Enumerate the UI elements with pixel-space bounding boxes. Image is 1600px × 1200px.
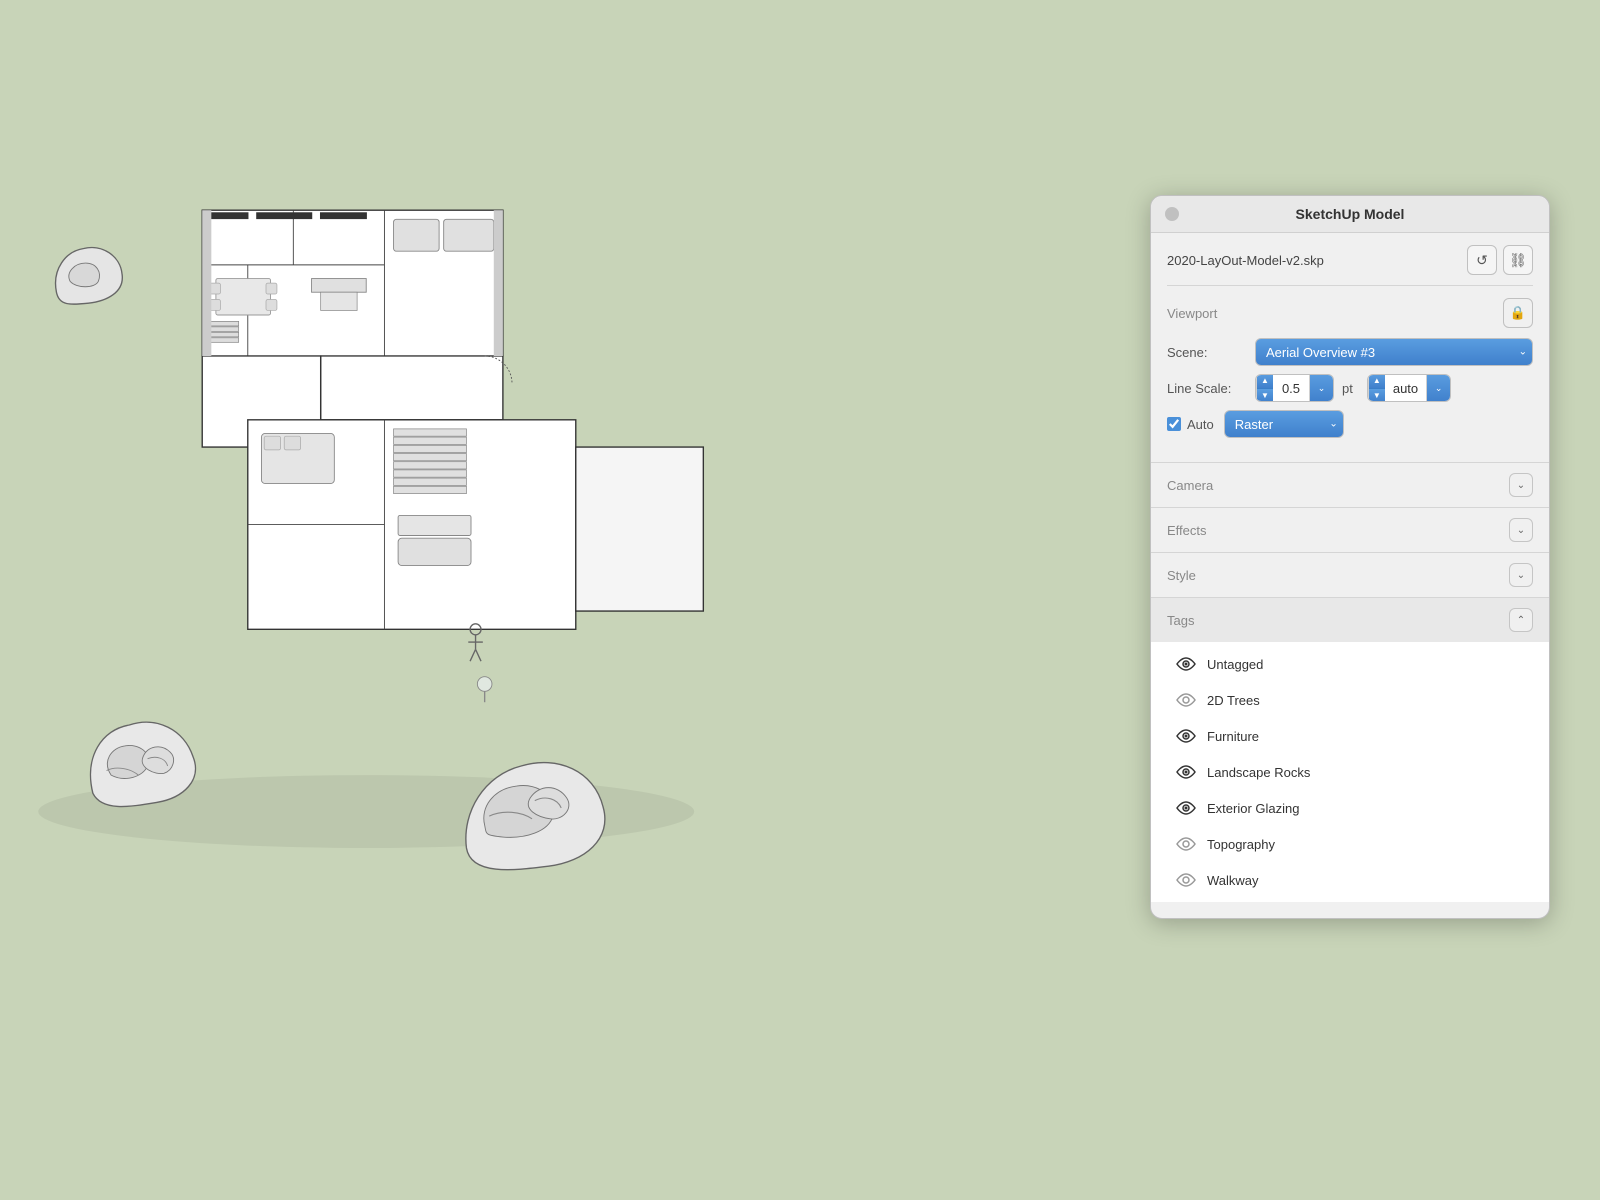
panel-titlebar: SketchUp Model (1151, 196, 1549, 233)
tags-label: Tags (1167, 613, 1194, 628)
eye-icon[interactable] (1175, 833, 1197, 855)
camera-chevron-icon: ⌄ (1517, 480, 1525, 491)
auto-label: Auto (1187, 417, 1214, 432)
scene-row: Scene: Aerial Overview #3 ⌄ (1167, 338, 1533, 366)
auto-scale-up[interactable]: ▲ (1369, 374, 1385, 389)
tags-chevron-icon: ⌃ (1517, 615, 1525, 626)
rock-bottom-left (91, 722, 196, 806)
auto-scale-value: auto (1385, 381, 1426, 396)
line-scale-value: 0.5 (1273, 381, 1309, 396)
viewport-row: Viewport 🔒 (1167, 298, 1533, 328)
line-scale-unit-dropdown[interactable]: ⌄ (1309, 374, 1333, 402)
style-header[interactable]: Style ⌄ (1151, 553, 1549, 597)
effects-header[interactable]: Effects ⌄ (1151, 508, 1549, 552)
tag-item[interactable]: Topography (1151, 826, 1549, 862)
viewport-label: Viewport (1167, 306, 1217, 321)
floor-plan-svg (20, 60, 840, 980)
tag-item[interactable]: 2D Trees (1151, 682, 1549, 718)
effects-label: Effects (1167, 523, 1207, 538)
tag-name: Topography (1207, 837, 1275, 852)
tag-item[interactable]: Exterior Glazing (1151, 790, 1549, 826)
lock-icon: 🔒 (1510, 305, 1526, 321)
tag-item[interactable]: Untagged (1151, 646, 1549, 682)
camera-section: Camera ⌄ (1151, 462, 1549, 507)
auto-checkbox-label[interactable]: Auto (1167, 417, 1214, 432)
building (202, 210, 703, 702)
style-chevron-icon: ⌄ (1517, 570, 1525, 581)
refresh-button[interactable]: ↺ (1467, 245, 1497, 275)
panel-title: SketchUp Model (1296, 206, 1405, 222)
tag-item[interactable]: Landscape Rocks (1151, 754, 1549, 790)
line-scale-label: Line Scale: (1167, 381, 1247, 396)
style-chevron-button[interactable]: ⌄ (1509, 563, 1533, 587)
tags-list: Untagged 2D Trees Furniture Landscape Ro… (1151, 642, 1549, 902)
line-scale-down[interactable]: ▼ (1257, 389, 1273, 403)
file-name: 2020-LayOut-Model-v2.skp (1167, 253, 1324, 268)
line-scale-arrows: ▲ ▼ (1256, 374, 1273, 402)
tags-section: Tags ⌃ Untagged 2D Trees Furniture Lands… (1151, 597, 1549, 902)
eye-icon[interactable] (1175, 725, 1197, 747)
tag-item[interactable]: Furniture (1151, 718, 1549, 754)
sketchup-model-panel: SketchUp Model 2020-LayOut-Model-v2.skp … (1150, 195, 1550, 919)
tag-name: Walkway (1207, 873, 1259, 888)
auto-scale-stepper: ▲ ▼ auto ⌄ (1367, 374, 1451, 402)
raster-wrapper: Raster ⌄ (1224, 410, 1344, 438)
file-row: 2020-LayOut-Model-v2.skp ↺ ⛓ (1167, 245, 1533, 286)
style-section: Style ⌄ (1151, 552, 1549, 597)
panel-body: 2020-LayOut-Model-v2.skp ↺ ⛓ Viewport 🔒 … (1151, 233, 1549, 462)
style-label: Style (1167, 568, 1196, 583)
camera-chevron-button[interactable]: ⌄ (1509, 473, 1533, 497)
link-icon: ⛓ (1509, 252, 1527, 269)
tags-header[interactable]: Tags ⌃ (1151, 598, 1549, 642)
effects-chevron-button[interactable]: ⌄ (1509, 518, 1533, 542)
camera-label: Camera (1167, 478, 1213, 493)
file-actions: ↺ ⛓ (1467, 245, 1533, 275)
tag-name: Furniture (1207, 729, 1259, 744)
auto-scale-dropdown[interactable]: ⌄ (1426, 374, 1450, 402)
effects-section: Effects ⌄ (1151, 507, 1549, 552)
viewport-lock-button[interactable]: 🔒 (1503, 298, 1533, 328)
raster-dropdown[interactable]: Raster (1224, 410, 1344, 438)
effects-chevron-icon: ⌄ (1517, 525, 1525, 536)
auto-checkbox[interactable] (1167, 417, 1181, 431)
scene-select-wrapper: Aerial Overview #3 ⌄ (1255, 338, 1533, 366)
tags-chevron-button[interactable]: ⌃ (1509, 608, 1533, 632)
line-scale-stepper: ▲ ▼ 0.5 ⌄ (1255, 374, 1334, 402)
tag-item[interactable]: Walkway (1151, 862, 1549, 898)
eye-icon[interactable] (1175, 653, 1197, 675)
refresh-icon: ↺ (1476, 252, 1488, 269)
line-scale-up[interactable]: ▲ (1257, 374, 1273, 389)
link-button[interactable]: ⛓ (1503, 245, 1533, 275)
scene-dropdown[interactable]: Aerial Overview #3 (1255, 338, 1533, 366)
eye-icon[interactable] (1175, 761, 1197, 783)
line-scale-unit: pt (1338, 381, 1357, 396)
line-scale-row: Line Scale: ▲ ▼ 0.5 ⌄ pt ▲ ▼ (1167, 374, 1533, 402)
camera-header[interactable]: Camera ⌄ (1151, 463, 1549, 507)
eye-icon[interactable] (1175, 797, 1197, 819)
rock-top-left (56, 248, 123, 305)
eye-icon[interactable] (1175, 689, 1197, 711)
eye-icon[interactable] (1175, 869, 1197, 891)
scene-label: Scene: (1167, 345, 1247, 360)
panel-close-button[interactable] (1165, 207, 1179, 221)
tag-name: Untagged (1207, 657, 1263, 672)
auto-scale-down[interactable]: ▼ (1369, 389, 1385, 403)
auto-raster-row: Auto Raster ⌄ (1167, 410, 1533, 438)
tag-name: Landscape Rocks (1207, 765, 1310, 780)
tag-name: 2D Trees (1207, 693, 1260, 708)
line-scale-controls: ▲ ▼ 0.5 ⌄ pt ▲ ▼ auto ⌄ (1255, 374, 1533, 402)
auto-scale-arrows: ▲ ▼ (1368, 374, 1385, 402)
tag-name: Exterior Glazing (1207, 801, 1299, 816)
